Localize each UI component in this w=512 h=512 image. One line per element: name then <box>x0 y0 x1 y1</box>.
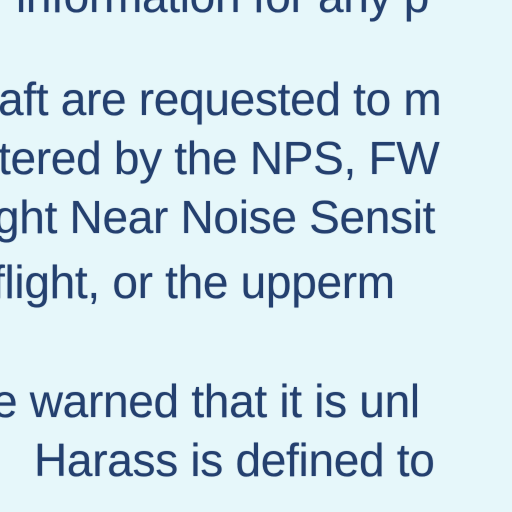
text-line: information for any p <box>16 0 429 23</box>
text-line: e warned that it is unl <box>0 375 420 427</box>
text-line: Harass is defined to <box>34 434 435 486</box>
text-line: tered by the NPS, FW <box>0 132 440 184</box>
text-line: aft are requested to m <box>0 73 442 125</box>
text-line: ght Near Noise Sensit <box>0 191 436 243</box>
text-line: flight, or the upperm <box>0 256 395 308</box>
document-page: information for any p aft are requested … <box>0 0 512 512</box>
